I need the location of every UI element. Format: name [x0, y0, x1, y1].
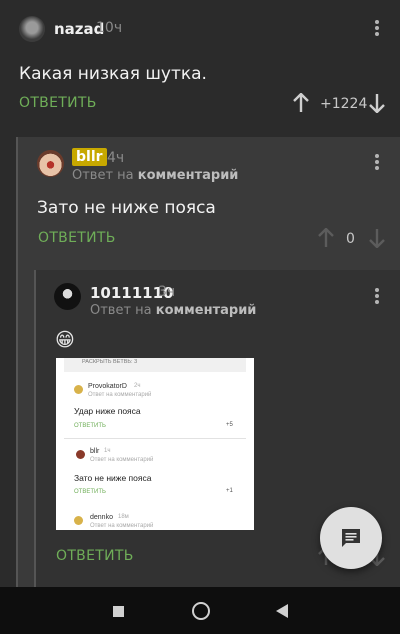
nav-back-icon[interactable]	[276, 604, 288, 618]
username-badge[interactable]: bllr	[72, 148, 107, 166]
expand-thread-label: РАСКРЫТЬ ВЕТВЬ: 3	[82, 359, 138, 365]
comment-icon	[342, 529, 360, 547]
comment-text: Какая низкая шутка.	[19, 64, 207, 84]
avatar-10111110[interactable]	[54, 283, 81, 310]
reply-button[interactable]: ОТВЕТИТЬ	[38, 230, 116, 246]
more-vert-icon[interactable]	[370, 152, 384, 172]
reply-to-link[interactable]: комментарий	[156, 303, 257, 318]
arrow-up-icon[interactable]	[318, 228, 334, 248]
nav-square-icon[interactable]	[113, 606, 124, 617]
shot-reply: ОТВЕТИТЬ	[74, 489, 106, 495]
embedded-screenshot[interactable]: РАСКРЫТЬ ВЕТВЬ: 3 ProvokatorD 2ч Ответ н…	[56, 358, 254, 530]
rating-value: +1224	[320, 96, 368, 112]
reply-button[interactable]: ОТВЕТИТЬ	[19, 95, 97, 111]
shot-username: dennko	[90, 514, 113, 521]
shot-subline: Ответ на комментарий	[88, 392, 152, 398]
comment-time: 3ч	[158, 284, 176, 300]
more-vert-icon[interactable]	[370, 18, 384, 38]
shot-rating: +5	[226, 422, 233, 428]
shot-username: bllr	[90, 448, 100, 455]
shot-reply: ОТВЕТИТЬ	[74, 423, 106, 429]
avatar-bllr[interactable]	[37, 150, 64, 177]
reply-to-line: Ответ на комментарий	[72, 168, 238, 183]
shot-avatar	[76, 450, 85, 459]
shot-time: 1ч	[104, 448, 111, 454]
shot-rating: +1	[226, 488, 233, 494]
arrow-down-icon[interactable]	[369, 228, 385, 248]
nav-circle-icon[interactable]	[192, 602, 210, 620]
shot-text: Удар ниже пояса	[74, 406, 141, 416]
arrow-down-icon[interactable]	[369, 93, 385, 113]
shot-text: Зато не ниже пояса	[74, 473, 152, 483]
shot-subline: Ответ на комментарий	[90, 523, 154, 529]
comment-time: 4ч	[107, 150, 125, 166]
shot-avatar	[74, 385, 83, 394]
shot-divider	[64, 438, 246, 439]
shot-time: 2ч	[134, 383, 141, 389]
avatar-nazad[interactable]	[19, 16, 45, 42]
shot-avatar	[74, 516, 83, 525]
shot-username: ProvokatorD	[88, 383, 127, 390]
comment-text: Зато не ниже пояса	[37, 198, 216, 218]
comment-time: 10ч	[96, 20, 123, 36]
reply-to-line: Ответ на комментарий	[90, 303, 256, 318]
arrow-up-icon[interactable]	[293, 93, 309, 113]
reply-to-prefix: Ответ на	[90, 303, 152, 318]
reply-to-link[interactable]: комментарий	[138, 168, 239, 183]
reply-to-prefix: Ответ на	[72, 168, 134, 183]
rating-value: 0	[346, 231, 355, 247]
reply-button[interactable]: ОТВЕТИТЬ	[56, 548, 134, 564]
more-vert-icon[interactable]	[370, 286, 384, 306]
emoji-grin: 😁	[55, 329, 75, 351]
new-comment-fab[interactable]	[320, 507, 382, 569]
shot-subline: Ответ на комментарий	[90, 457, 154, 463]
shot-time: 18м	[118, 514, 129, 520]
